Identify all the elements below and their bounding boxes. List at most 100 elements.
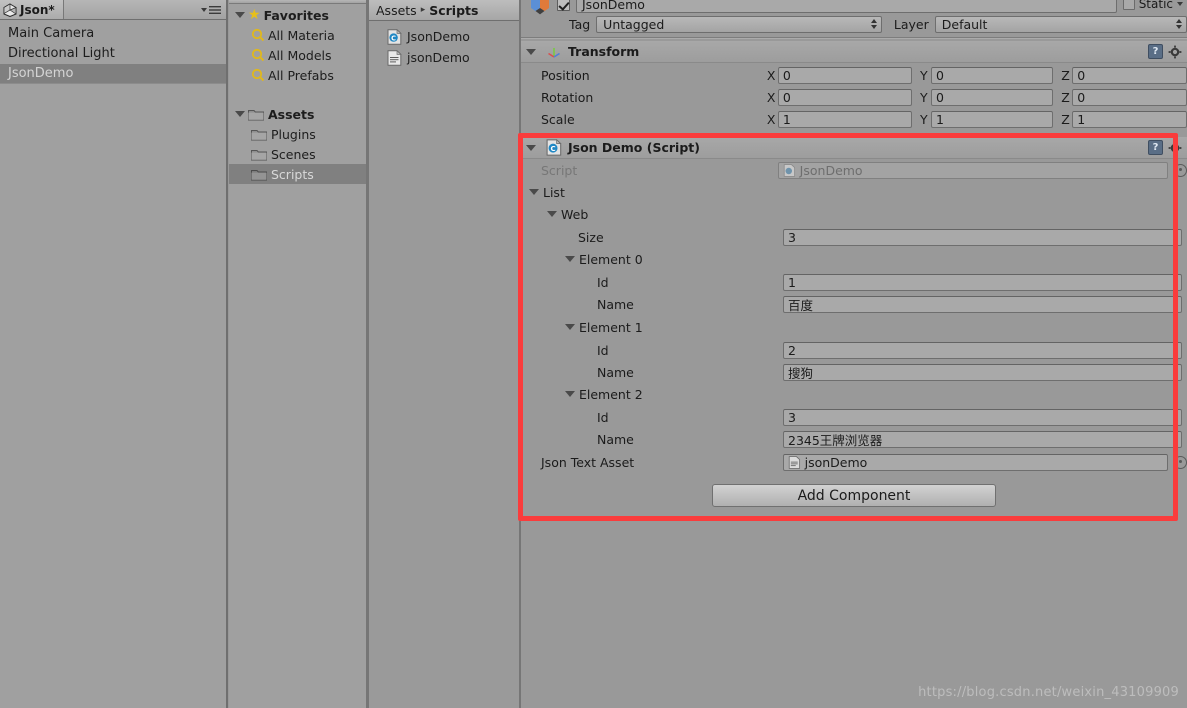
- project-tree-item-all-materials[interactable]: All Materia: [229, 25, 366, 45]
- element-1-name-input[interactable]: 搜狗: [783, 363, 1182, 381]
- text-asset-icon: [788, 455, 800, 469]
- element-0-name-input[interactable]: 百度: [783, 295, 1182, 313]
- tag-dropdown[interactable]: Untagged: [596, 15, 882, 33]
- asset-item-jsondemo-script[interactable]: C JsonDemo: [369, 27, 519, 46]
- web-label: Web: [561, 206, 589, 222]
- triangle-down-icon[interactable]: [526, 48, 536, 55]
- gear-icon: [1168, 45, 1182, 58]
- triangle-down-icon[interactable]: [547, 211, 557, 217]
- help-icon[interactable]: ?: [1148, 140, 1163, 155]
- help-icon[interactable]: ?: [1148, 44, 1163, 59]
- folder-icon: [251, 169, 267, 180]
- element-2-id-input[interactable]: 3: [783, 408, 1182, 426]
- json-text-asset-label: Json Text Asset: [541, 454, 635, 470]
- gameobject-enabled-checkbox[interactable]: [557, 0, 570, 11]
- script-object-picker-icon[interactable]: [1174, 163, 1187, 177]
- layer-label: Layer: [893, 16, 929, 32]
- component-header-json-demo[interactable]: C Json Demo (Script) ?: [521, 137, 1187, 159]
- tab-hierarchy[interactable]: Json*: [0, 0, 64, 19]
- scale-z-input[interactable]: 1: [1072, 110, 1187, 128]
- hierarchy-item-main-camera[interactable]: Main Camera: [0, 24, 226, 43]
- hierarchy-item-directional-light[interactable]: Directional Light: [0, 44, 226, 63]
- rotation-z-input[interactable]: 0: [1072, 88, 1187, 106]
- search-icon: [251, 28, 265, 42]
- breadcrumb-current[interactable]: Scripts: [429, 3, 478, 18]
- component-header-transform[interactable]: Transform ?: [521, 41, 1187, 63]
- project-tree-item-label: Favorites: [263, 7, 329, 23]
- project-tree-item-assets[interactable]: Assets: [229, 104, 366, 124]
- inspector-panel: JsonDemo Static Tag Untagged Layer Defau…: [521, 0, 1187, 708]
- project-tree-item-favorites[interactable]: ★ Favorites: [229, 5, 366, 25]
- project-tree-item-plugins[interactable]: Plugins: [229, 124, 366, 144]
- component-tools: ?: [1148, 140, 1187, 155]
- triangle-down-icon[interactable]: [235, 12, 245, 18]
- hierarchy-panel: Json* Main Camera Directional Light Json…: [0, 0, 226, 708]
- json-text-asset-object-picker-icon[interactable]: [1174, 455, 1187, 469]
- chevron-down-icon[interactable]: [1177, 2, 1183, 6]
- triangle-down-icon[interactable]: [529, 189, 539, 195]
- project-tree-item-scenes[interactable]: Scenes: [229, 144, 366, 164]
- rotation-y-input[interactable]: 0: [931, 88, 1054, 106]
- element-0-id-value: 1: [788, 274, 796, 290]
- project-tree-item-all-models[interactable]: All Models: [229, 45, 366, 65]
- hierarchy-item-label: JsonDemo: [8, 66, 74, 81]
- script-object-field[interactable]: JsonDemo: [777, 161, 1168, 179]
- element-0-foldout-row[interactable]: Element 0: [521, 248, 1187, 270]
- element-2-name-value: 2345王牌浏览器: [788, 432, 883, 448]
- static-checkbox[interactable]: [1122, 0, 1135, 10]
- element-1-name-row: Name 搜狗: [521, 361, 1187, 383]
- axis-x-label: X: [766, 89, 776, 105]
- hierarchy-item-jsondemo[interactable]: JsonDemo: [0, 64, 226, 83]
- axis-z-label: Z: [1061, 111, 1070, 127]
- triangle-down-icon[interactable]: [565, 324, 575, 330]
- element-1-id-input[interactable]: 2: [783, 341, 1182, 359]
- add-component-strip: Add Component: [521, 480, 1187, 516]
- triangle-down-icon[interactable]: [235, 111, 245, 117]
- gameobject-name-input[interactable]: JsonDemo: [576, 0, 1117, 13]
- axis-y-label: Y: [920, 89, 928, 105]
- hierarchy-panel-menu-button[interactable]: [201, 5, 226, 15]
- hierarchy-project-splitter[interactable]: [226, 0, 228, 708]
- triangle-down-icon[interactable]: [526, 144, 536, 151]
- project-tree-item-scripts[interactable]: Scripts: [229, 164, 366, 184]
- json-text-asset-object-field[interactable]: jsonDemo: [782, 453, 1168, 471]
- position-z-input[interactable]: 0: [1072, 66, 1187, 84]
- transform-scale-row: Scale X 1 Y 1 Z 1: [521, 108, 1187, 130]
- axis-y-label: Y: [920, 111, 928, 127]
- triangle-down-icon[interactable]: [565, 391, 575, 397]
- element-2-name-input[interactable]: 2345王牌浏览器: [783, 430, 1182, 448]
- layer-dropdown[interactable]: Default: [934, 15, 1187, 33]
- rotation-x-input[interactable]: 0: [777, 88, 913, 106]
- position-y-input[interactable]: 0: [931, 66, 1054, 84]
- project-panel: ★ Favorites All Materia All Models All P…: [229, 0, 519, 708]
- position-x-input[interactable]: 0: [777, 66, 913, 84]
- element-0-id-input[interactable]: 1: [783, 273, 1182, 291]
- asset-item-jsondemo-text[interactable]: jsonDemo: [369, 48, 519, 67]
- folder-icon: [251, 149, 267, 160]
- element-2-foldout-row[interactable]: Element 2: [521, 383, 1187, 405]
- size-input[interactable]: 3: [783, 228, 1182, 246]
- element-1-foldout-row[interactable]: Element 1: [521, 316, 1187, 338]
- folder-icon: [251, 129, 267, 140]
- list-foldout-row[interactable]: List: [521, 181, 1187, 203]
- transform-rotation-row: Rotation X 0 Y 0 Z 0: [521, 86, 1187, 108]
- scale-y-input[interactable]: 1: [931, 110, 1054, 128]
- component-title: Transform: [568, 44, 640, 59]
- scale-label: Scale: [541, 111, 575, 127]
- triangle-down-icon[interactable]: [565, 256, 575, 262]
- project-tree-item-label: All Materia: [268, 27, 335, 43]
- axis-x-label: X: [766, 111, 776, 127]
- static-toggle[interactable]: Static: [1122, 0, 1187, 11]
- element-0-name-value: 百度: [788, 297, 814, 313]
- search-icon: [251, 68, 265, 82]
- element-2-name-row: Name 2345王牌浏览器: [521, 428, 1187, 450]
- project-tree-item-all-prefabs[interactable]: All Prefabs: [229, 65, 366, 85]
- add-component-button[interactable]: Add Component: [712, 484, 996, 507]
- web-foldout-row[interactable]: Web: [521, 203, 1187, 225]
- element-2-id-label: Id: [597, 409, 609, 425]
- add-component-label: Add Component: [797, 487, 911, 504]
- component-title: Json Demo (Script): [568, 140, 700, 155]
- scale-x-input[interactable]: 1: [777, 110, 913, 128]
- rotation-z-value: 0: [1077, 89, 1086, 105]
- breadcrumb-root[interactable]: Assets: [376, 3, 417, 18]
